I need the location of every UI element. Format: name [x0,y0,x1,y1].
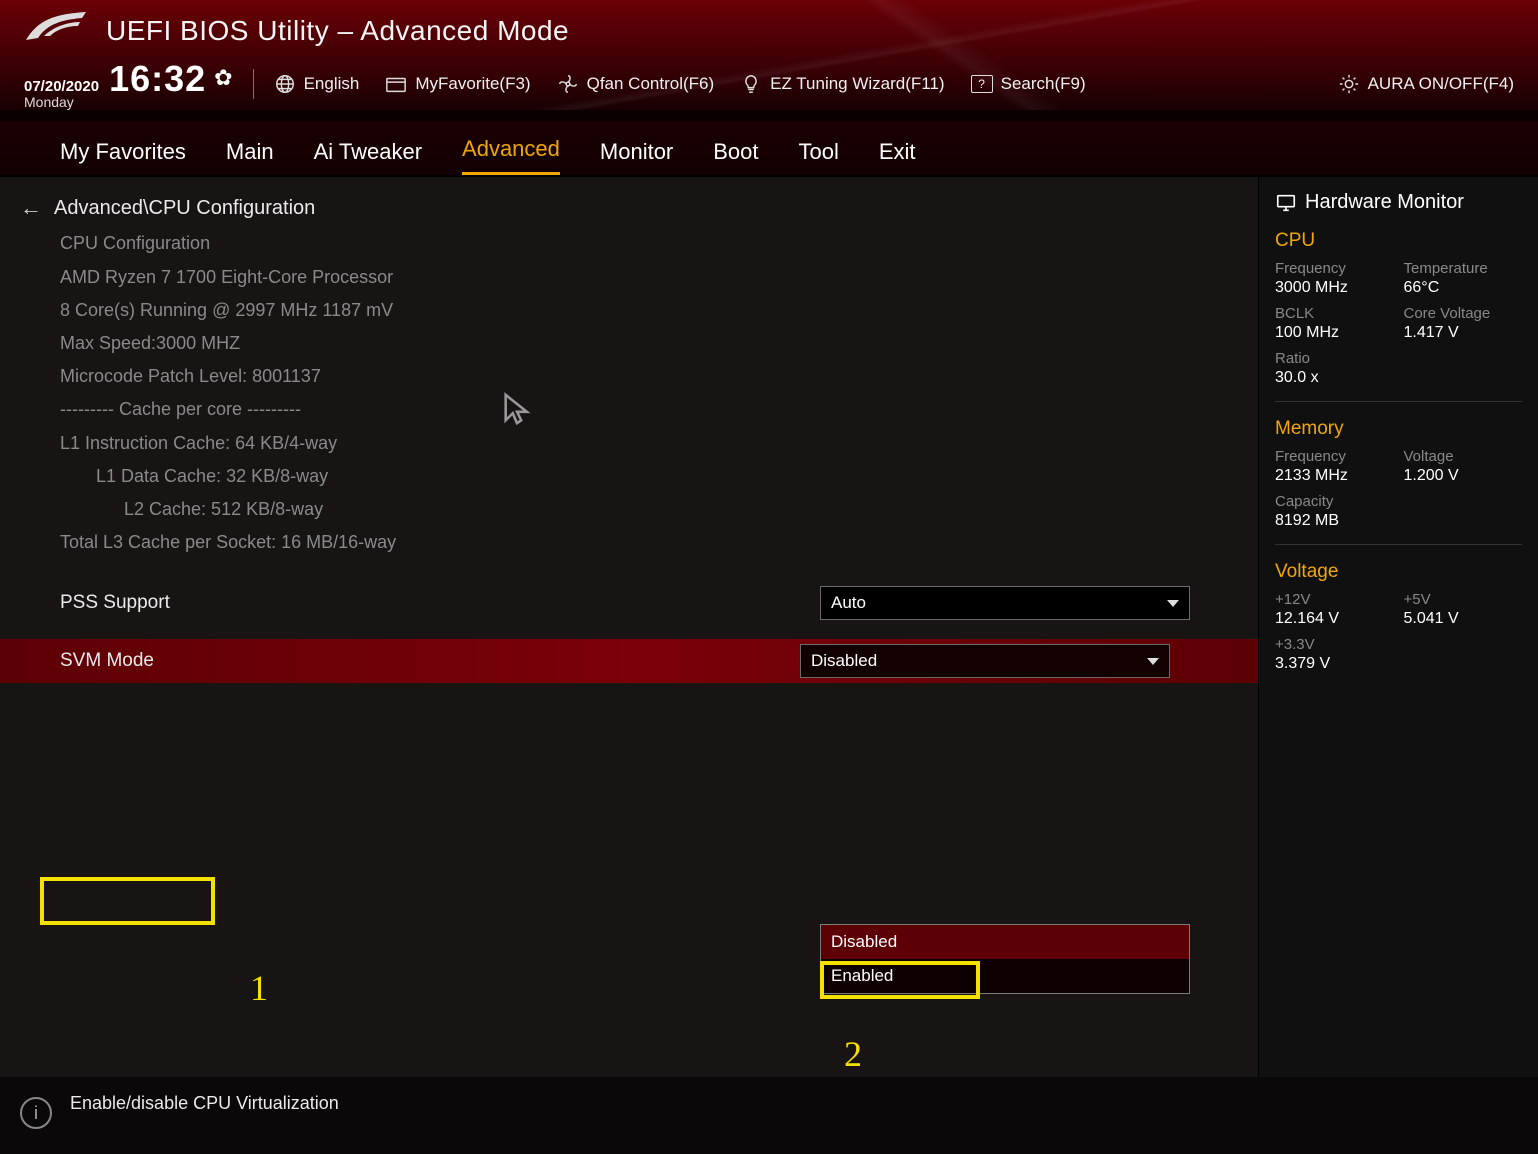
info-microcode: Microcode Patch Level: 8001137 [60,364,1238,389]
info-l1i: L1 Instruction Cache: 64 KB/4-way [60,431,1238,456]
hw-mem-cap-value: 8192 MB [1275,512,1394,530]
hw-5v-label: +5V [1404,591,1523,608]
hw-cpu-temp-value: 66°C [1404,279,1523,297]
myfavorite-button[interactable]: MyFavorite(F3) [385,73,530,95]
monitor-icon [1275,192,1297,214]
tab-main[interactable]: Main [226,139,274,175]
help-text: Enable/disable CPU Virtualization [70,1093,339,1114]
hw-bclk-label: BCLK [1275,305,1394,322]
back-arrow-icon[interactable]: ← [20,195,42,221]
svm-select[interactable]: Disabled [800,644,1170,678]
hw-5v-value: 5.041 V [1404,610,1523,628]
time-text: 16:32 [109,58,206,100]
option-svm-mode: SVM Mode Disabled [0,639,1258,683]
svm-option-disabled[interactable]: Disabled [821,925,1189,959]
language-button[interactable]: English [274,73,360,95]
help-strip: i Enable/disable CPU Virtualization [0,1077,1538,1154]
info-l1d: L1 Data Cache: 32 KB/8-way [60,464,1238,489]
app-title: UEFI BIOS Utility – Advanced Mode [106,15,569,47]
info-cpu-model: AMD Ryzen 7 1700 Eight-Core Processor [60,265,1238,290]
info-cache-header: --------- Cache per core --------- [60,397,1238,422]
hw-cpu-title: CPU [1259,224,1538,256]
caret-down-icon [1147,658,1159,665]
settings-gear-icon[interactable]: ✿ [214,65,232,91]
hw-12v-value: 12.164 V [1275,610,1394,628]
svm-value: Disabled [811,651,877,671]
info-maxspeed: Max Speed:3000 MHZ [60,331,1238,356]
hw-mem-title: Memory [1259,412,1538,444]
aura-toggle-button[interactable]: AURA ON/OFF(F4) [1338,73,1514,95]
hw-vcore-value: 1.417 V [1404,324,1523,342]
tab-myfavorites[interactable]: My Favorites [60,139,186,175]
hw-mem-volt-value: 1.200 V [1404,467,1523,485]
globe-icon [274,73,296,95]
cpu-info-block: CPU Configuration AMD Ryzen 7 1700 Eight… [20,231,1238,555]
hw-bclk-value: 100 MHz [1275,324,1394,342]
aura-icon [1338,73,1360,95]
hw-mem-freq-label: Frequency [1275,448,1394,465]
bulb-icon [740,73,762,95]
hw-mem-volt-label: Voltage [1404,448,1523,465]
info-section-title: CPU Configuration [60,231,1238,256]
annotation-box-1 [40,877,215,925]
svm-dropdown: Disabled Enabled [820,924,1190,994]
fan-icon [557,73,579,95]
hw-33v-value: 3.379 V [1275,655,1394,673]
day-text: Monday [24,95,99,110]
annotation-number-2: 2 [844,1033,862,1075]
hw-12v-label: +12V [1275,591,1394,608]
mouse-cursor-icon [500,392,534,431]
tab-monitor[interactable]: Monitor [600,139,673,175]
hw-volt-title: Voltage [1259,555,1538,587]
hw-cpu-temp-label: Temperature [1404,260,1523,277]
folder-icon [385,73,407,95]
hw-ratio-label: Ratio [1275,350,1394,367]
option-pss-support: PSS Support Auto [20,581,1238,625]
info-icon: i [20,1097,52,1129]
separator [253,69,254,99]
hw-vcore-label: Core Voltage [1404,305,1523,322]
hw-title: Hardware Monitor [1305,191,1464,214]
info-cores: 8 Core(s) Running @ 2997 MHz 1187 mV [60,298,1238,323]
tab-advanced[interactable]: Advanced [462,136,560,175]
hw-ratio-value: 30.0 x [1275,369,1394,387]
pss-label: PSS Support [60,592,820,614]
svm-label: SVM Mode [60,650,800,672]
hw-33v-label: +3.3V [1275,636,1394,653]
rog-logo-icon [24,10,88,53]
pss-value: Auto [831,593,866,613]
search-button[interactable]: ? Search(F9) [971,74,1086,94]
tab-tool[interactable]: Tool [799,139,839,175]
qfan-button[interactable]: Qfan Control(F6) [557,73,715,95]
search-key-icon: ? [971,75,993,93]
tab-aitweaker[interactable]: Ai Tweaker [314,139,422,175]
pss-select[interactable]: Auto [820,586,1190,620]
caret-down-icon [1167,600,1179,607]
tab-exit[interactable]: Exit [879,139,916,175]
hw-mem-cap-label: Capacity [1275,493,1394,510]
info-l2: L2 Cache: 512 KB/8-way [60,497,1238,522]
hw-mem-freq-value: 2133 MHz [1275,467,1394,485]
main-tabs: My Favorites Main Ai Tweaker Advanced Mo… [0,121,1538,177]
hw-cpu-freq-value: 3000 MHz [1275,279,1394,297]
annotation-number-1: 1 [250,967,268,1009]
breadcrumb: Advanced\CPU Configuration [54,197,315,220]
eztuning-button[interactable]: EZ Tuning Wizard(F11) [740,73,944,95]
tab-boot[interactable]: Boot [713,139,758,175]
date-text: 07/20/2020 [24,79,99,95]
info-l3: Total L3 Cache per Socket: 16 MB/16-way [60,530,1238,555]
hardware-monitor-panel: Hardware Monitor CPU Frequency 3000 MHz Te… [1258,177,1538,1077]
datetime-block: 07/20/2020 Monday 16:32 ✿ [24,58,233,109]
svm-option-enabled[interactable]: Enabled [821,959,1189,993]
hw-cpu-freq-label: Frequency [1275,260,1394,277]
